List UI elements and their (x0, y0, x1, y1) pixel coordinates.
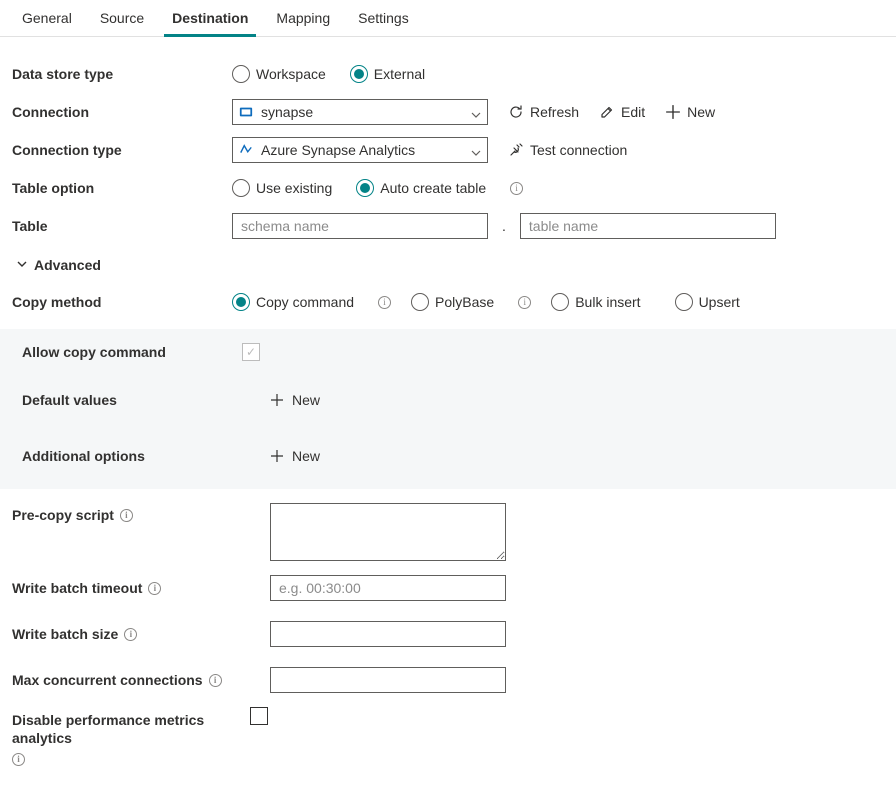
radio-workspace[interactable]: Workspace (232, 65, 326, 83)
radio-upsert-label: Upsert (699, 294, 740, 310)
radio-copy-command[interactable]: Copy command (232, 293, 354, 311)
label-connection-type: Connection type (12, 142, 232, 158)
disable-metrics-checkbox[interactable] (250, 707, 268, 725)
radio-polybase-label: PolyBase (435, 294, 494, 310)
tab-general[interactable]: General (8, 0, 86, 36)
refresh-button[interactable]: Refresh (508, 104, 579, 120)
tabs: General Source Destination Mapping Setti… (0, 0, 896, 37)
edit-label: Edit (621, 104, 645, 120)
radio-polybase[interactable]: PolyBase (411, 293, 494, 311)
new-label: New (292, 448, 320, 464)
new-label: New (292, 392, 320, 408)
label-write-batch-timeout: Write batch timeout (12, 580, 232, 596)
radio-circle-icon (356, 179, 374, 197)
plus-icon (665, 104, 681, 120)
tab-source[interactable]: Source (86, 0, 158, 36)
label-write-batch-timeout-text: Write batch timeout (12, 580, 142, 596)
label-max-concurrent: Max concurrent connections (12, 672, 232, 688)
pencil-icon (599, 104, 615, 120)
connection-select[interactable]: synapse (232, 99, 488, 125)
label-allow-copy-command: Allow copy command (12, 344, 242, 360)
destination-form: Data store type Workspace External Conne… (0, 37, 896, 786)
chevron-down-icon (16, 257, 28, 273)
radio-auto-create-label: Auto create table (380, 180, 486, 196)
azure-synapse-icon (239, 143, 253, 157)
allow-copy-command-checkbox[interactable] (242, 343, 260, 361)
info-icon[interactable] (124, 628, 137, 641)
connection-type-select[interactable]: Azure Synapse Analytics (232, 137, 488, 163)
label-write-batch-size-text: Write batch size (12, 626, 118, 642)
info-icon[interactable] (209, 674, 222, 687)
write-batch-size-input[interactable] (270, 621, 506, 647)
label-default-values: Default values (12, 392, 242, 408)
info-icon[interactable] (518, 296, 531, 309)
label-connection: Connection (12, 104, 232, 120)
label-disable-metrics: Disable performance metrics analytics (12, 707, 212, 766)
advanced-toggle[interactable]: Advanced (16, 257, 101, 273)
radio-circle-icon (675, 293, 693, 311)
label-disable-metrics-text: Disable performance metrics analytics (12, 711, 212, 747)
label-additional-options: Additional options (12, 448, 242, 464)
schema-name-input[interactable] (232, 213, 488, 239)
label-max-concurrent-text: Max concurrent connections (12, 672, 203, 688)
connection-type-value: Azure Synapse Analytics (261, 142, 415, 158)
tab-mapping[interactable]: Mapping (262, 0, 344, 36)
radio-external[interactable]: External (350, 65, 425, 83)
info-icon[interactable] (148, 582, 161, 595)
advanced-label: Advanced (34, 257, 101, 273)
plus-icon (270, 393, 284, 407)
plus-icon (270, 449, 284, 463)
synapse-service-icon (239, 105, 253, 119)
test-connection-button[interactable]: Test connection (508, 142, 627, 158)
info-icon[interactable] (120, 509, 133, 522)
new-connection-button[interactable]: New (665, 104, 715, 120)
additional-options-new-button[interactable]: New (268, 444, 322, 468)
pre-copy-script-input[interactable] (270, 503, 506, 561)
copy-command-panel: Allow copy command Default values New Ad… (0, 329, 896, 489)
radio-auto-create[interactable]: Auto create table (356, 179, 486, 197)
radio-use-existing-label: Use existing (256, 180, 332, 196)
tab-settings[interactable]: Settings (344, 0, 423, 36)
radio-bulk-insert-label: Bulk insert (575, 294, 640, 310)
label-data-store-type: Data store type (12, 66, 232, 82)
label-table-option: Table option (12, 180, 232, 196)
edit-button[interactable]: Edit (599, 104, 645, 120)
max-concurrent-input[interactable] (270, 667, 506, 693)
info-icon[interactable] (510, 182, 523, 195)
radio-external-label: External (374, 66, 425, 82)
info-icon[interactable] (378, 296, 391, 309)
radio-bulk-insert[interactable]: Bulk insert (551, 293, 640, 311)
radio-workspace-label: Workspace (256, 66, 326, 82)
label-pre-copy-script: Pre-copy script (12, 503, 232, 523)
info-icon[interactable] (12, 753, 25, 766)
label-copy-method: Copy method (12, 294, 232, 310)
table-name-input[interactable] (520, 213, 776, 239)
radio-circle-icon (350, 65, 368, 83)
radio-circle-icon (232, 293, 250, 311)
write-batch-timeout-input[interactable] (270, 575, 506, 601)
radio-use-existing[interactable]: Use existing (232, 179, 332, 197)
plug-icon (508, 142, 524, 158)
radio-circle-icon (551, 293, 569, 311)
radio-copy-command-label: Copy command (256, 294, 354, 310)
refresh-label: Refresh (530, 104, 579, 120)
radio-circle-icon (232, 65, 250, 83)
refresh-icon (508, 104, 524, 120)
label-write-batch-size: Write batch size (12, 626, 232, 642)
test-connection-label: Test connection (530, 142, 627, 158)
tab-destination[interactable]: Destination (158, 0, 262, 36)
label-table: Table (12, 218, 232, 234)
radio-circle-icon (411, 293, 429, 311)
table-separator: . (498, 218, 510, 234)
radio-circle-icon (232, 179, 250, 197)
chevron-down-icon (471, 107, 481, 117)
new-connection-label: New (687, 104, 715, 120)
label-pre-copy-script-text: Pre-copy script (12, 507, 114, 523)
default-values-new-button[interactable]: New (268, 388, 322, 412)
radio-upsert[interactable]: Upsert (675, 293, 740, 311)
chevron-down-icon (471, 145, 481, 155)
connection-value: synapse (261, 104, 313, 120)
